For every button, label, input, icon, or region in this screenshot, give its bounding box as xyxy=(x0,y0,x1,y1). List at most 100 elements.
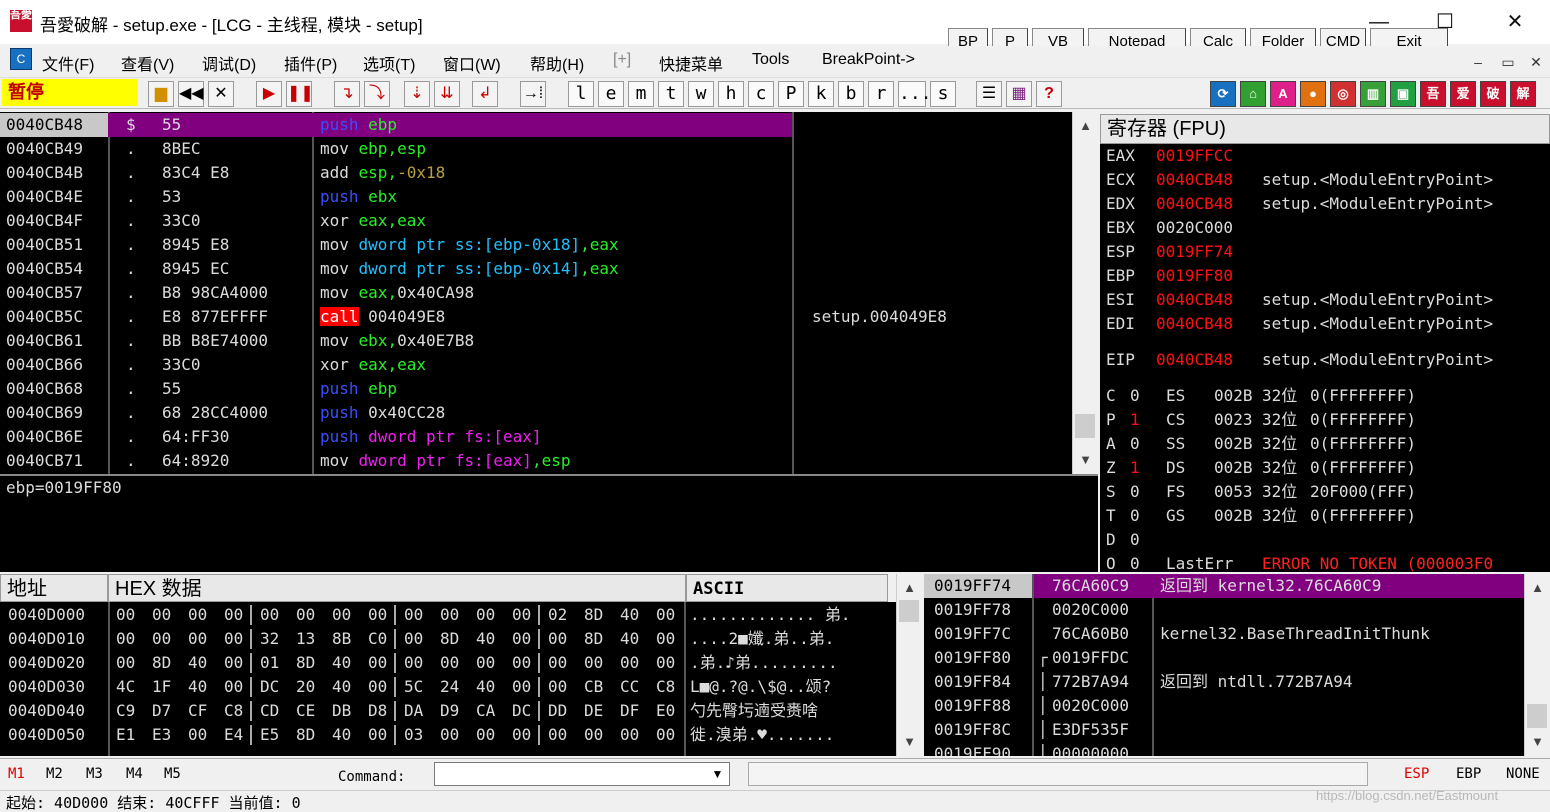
register-esi[interactable]: ESI 0040CB48 setup.<ModuleEntryPoint> xyxy=(1100,288,1550,312)
register-ebp[interactable]: EBP 0019FF80 xyxy=(1100,264,1550,288)
dump-row[interactable]: 0040D000 00 00 00 00 00 00 00 00 00 00 00 00 02 8D 40 00… xyxy=(0,603,896,627)
ai-icon[interactable]: 爱 xyxy=(1450,81,1476,107)
disasm-row[interactable]: 0040CB71. 64:8920 mov dword ptr fs:[eax],e… xyxy=(0,449,1072,473)
trace-into-icon[interactable]: ⇣ xyxy=(404,81,430,107)
dump-scroll-down-icon[interactable]: ▼ xyxy=(897,732,922,752)
dump-byte[interactable]: 00 xyxy=(152,627,171,651)
dump-byte[interactable]: CB xyxy=(584,675,603,699)
mem-tab-m1[interactable]: M1 xyxy=(8,766,25,782)
dump-byte[interactable]: 00 xyxy=(548,651,567,675)
dump-byte[interactable]: 00 xyxy=(188,603,207,627)
scroll-thumb[interactable] xyxy=(1075,414,1095,438)
menu-shortcuts[interactable]: 快捷菜单 xyxy=(659,51,723,75)
mem-tab-m2[interactable]: M2 xyxy=(46,766,63,782)
dump-byte[interactable]: 00 xyxy=(224,675,243,699)
toolbar-button-t[interactable]: t xyxy=(658,81,684,107)
dump-byte[interactable]: 00 xyxy=(224,603,243,627)
stack-row[interactable]: 0019FF74 76CA60C9 返回到 kernel32.76CA60C9 xyxy=(924,574,1524,598)
dump-byte[interactable]: 40 xyxy=(332,651,351,675)
step-into-icon[interactable]: ↴ xyxy=(334,81,360,107)
dump-byte[interactable]: 00 xyxy=(476,723,495,747)
dump-byte[interactable]: D7 xyxy=(152,699,171,723)
dump-byte[interactable]: 00 xyxy=(656,723,675,747)
stack-mode-none[interactable]: NONE xyxy=(1506,766,1540,782)
run-icon[interactable]: ▶ xyxy=(256,81,282,107)
register-value[interactable]: 0019FFCC xyxy=(1156,144,1233,168)
disasm-row[interactable]: 0040CB57. B8 98CA4000 mov eax,0x40CA98 xyxy=(0,281,1072,305)
flag-a[interactable]: A 0 SS 002B 32位 0(FFFFFFFF) xyxy=(1100,432,1550,456)
cpu-window-icon[interactable]: C xyxy=(10,48,32,70)
dump-byte[interactable]: 13 xyxy=(296,627,315,651)
dump-byte[interactable]: 00 xyxy=(656,627,675,651)
dump-byte[interactable]: 02 xyxy=(548,603,567,627)
dump-row[interactable]: 0040D050 E1 E3 00 E4 E5 8D 40 00 03 00 00 00 00 00 00 00… xyxy=(0,723,896,747)
flag-value[interactable]: 0 xyxy=(1130,384,1140,408)
chip-icon[interactable]: ▣ xyxy=(1390,81,1416,107)
dump-byte[interactable]: CF xyxy=(188,699,207,723)
plugin-icon[interactable]: ⌂ xyxy=(1240,81,1266,107)
stack-row[interactable]: 0019FF7C 76CA60B0 kernel32.BaseThreadInitT… xyxy=(924,622,1524,646)
register-value[interactable]: 0040CB48 xyxy=(1156,312,1233,336)
flag-t[interactable]: T 0 GS 002B 32位 0(FFFFFFFF) xyxy=(1100,504,1550,528)
refresh-icon[interactable]: ⟳ xyxy=(1210,81,1236,107)
dump-byte[interactable]: 00 xyxy=(440,651,459,675)
disasm-row[interactable]: 0040CB49. 8BEC mov ebp,esp xyxy=(0,137,1072,161)
disassembly-scrollbar[interactable]: ▲ ▼ xyxy=(1072,112,1098,474)
dump-byte[interactable]: 00 xyxy=(368,603,387,627)
dump-byte[interactable]: 00 xyxy=(404,627,423,651)
dump-byte[interactable]: 00 xyxy=(368,675,387,699)
dump-byte[interactable]: DC xyxy=(512,699,531,723)
dump-byte[interactable]: 1F xyxy=(152,675,171,699)
dump-byte[interactable]: 00 xyxy=(260,603,279,627)
command-dropdown-icon[interactable]: ▼ xyxy=(706,763,729,785)
dump-byte[interactable]: 00 xyxy=(188,723,207,747)
register-esp[interactable]: ESP 0019FF74 xyxy=(1100,240,1550,264)
disasm-row[interactable]: 0040CB69. 68 28CC4000 push 0x40CC28 xyxy=(0,401,1072,425)
disasm-row[interactable]: 0040CB54. 8945 EC mov dword ptr ss:[ebp-0x… xyxy=(0,257,1072,281)
register-value[interactable]: 0019FF74 xyxy=(1156,240,1233,264)
register-edi[interactable]: EDI 0040CB48 setup.<ModuleEntryPoint> xyxy=(1100,312,1550,336)
dump-byte[interactable]: 20 xyxy=(296,675,315,699)
dump-byte[interactable]: C0 xyxy=(368,627,387,651)
dump-byte[interactable]: 40 xyxy=(620,603,639,627)
dump-byte[interactable]: E1 xyxy=(116,723,135,747)
dump-byte[interactable]: 00 xyxy=(548,627,567,651)
stack-pane[interactable]: 0019FF74 76CA60C9 返回到 kernel32.76CA60C9 001… xyxy=(924,574,1524,756)
dump-byte[interactable]: 00 xyxy=(476,603,495,627)
register-value[interactable]: 0020C000 xyxy=(1156,216,1233,240)
pause-icon[interactable]: ❚❚ xyxy=(286,81,314,107)
menu-tools[interactable]: Tools xyxy=(752,51,789,69)
dump-byte[interactable]: C9 xyxy=(116,699,135,723)
toolbar-button-p[interactable]: P xyxy=(778,81,804,107)
dump-byte[interactable]: 00 xyxy=(512,603,531,627)
dump-byte[interactable]: 00 xyxy=(404,603,423,627)
register-edx[interactable]: EDX 0040CB48 setup.<ModuleEntryPoint> xyxy=(1100,192,1550,216)
dump-byte[interactable]: 8D xyxy=(584,603,603,627)
mem-tab-m4[interactable]: M4 xyxy=(126,766,143,782)
flag-value[interactable]: 0 xyxy=(1130,528,1140,552)
dump-byte[interactable]: E4 xyxy=(224,723,243,747)
dump-pane[interactable]: 0040D000 00 00 00 00 00 00 00 00 00 00 00 00 02 8D 40 00… xyxy=(0,602,896,756)
dump-byte[interactable]: E0 xyxy=(656,699,675,723)
dump-byte[interactable]: 00 xyxy=(188,627,207,651)
dump-scrollbar[interactable]: ▲ ▼ xyxy=(896,574,922,756)
disasm-row[interactable]: 0040CB48 $55 push ebp xyxy=(0,113,1072,137)
dump-row[interactable]: 0040D010 00 00 00 00 32 13 8B C0 00 8D 40 00 00 8D 40 00… xyxy=(0,627,896,651)
dump-byte[interactable]: DC xyxy=(260,675,279,699)
disasm-row[interactable]: 0040CB6E. 64:FF30 push dword ptr fs:[eax] xyxy=(0,425,1072,449)
stack-row[interactable]: 0019FF78 0020C000 xyxy=(924,598,1524,622)
dump-scroll-up-icon[interactable]: ▲ xyxy=(897,578,922,598)
flag-d[interactable]: D0 xyxy=(1100,528,1550,552)
disasm-row[interactable]: 0040CB66. 33C0 xor eax,eax xyxy=(0,353,1072,377)
jie-icon[interactable]: 解 xyxy=(1510,81,1536,107)
dump-byte[interactable]: 00 xyxy=(116,627,135,651)
stack-row[interactable]: 0019FF8C │ E3DF535F xyxy=(924,718,1524,742)
dump-byte[interactable]: DF xyxy=(620,699,639,723)
rewind-icon[interactable]: ◀◀ xyxy=(178,81,204,107)
dump-byte[interactable]: DB xyxy=(332,699,351,723)
a-icon[interactable]: A xyxy=(1270,81,1296,107)
menu-breakpoint[interactable]: BreakPoint-> xyxy=(822,51,915,69)
lasterr-row[interactable]: O 0 LastErr ERROR_NO_TOKEN (000003F0 xyxy=(1100,552,1550,572)
dump-byte[interactable]: 40 xyxy=(188,651,207,675)
stack-scrollbar[interactable]: ▲ ▼ xyxy=(1524,574,1550,756)
